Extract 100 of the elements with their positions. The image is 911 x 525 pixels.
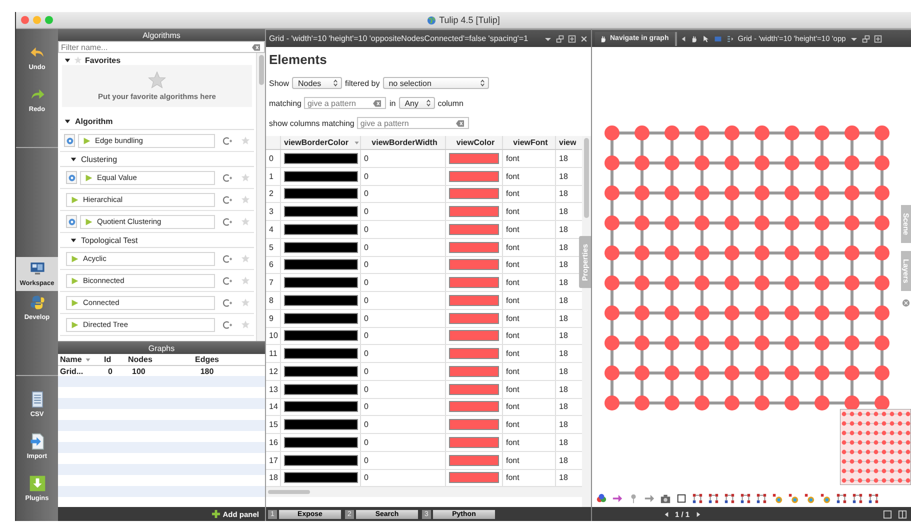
color-swatch[interactable] bbox=[449, 294, 499, 306]
graph-add-icon[interactable] bbox=[223, 136, 233, 144]
color-swatch[interactable] bbox=[449, 401, 499, 412]
color-swatch[interactable] bbox=[284, 454, 358, 466]
scrollbar-thumb[interactable] bbox=[258, 55, 264, 85]
column-header[interactable]: Nodes bbox=[126, 355, 176, 364]
color-swatch[interactable] bbox=[284, 436, 358, 448]
color-swatch[interactable] bbox=[449, 242, 499, 253]
expand-arrow-icon[interactable] bbox=[70, 236, 77, 244]
camera-icon[interactable] bbox=[660, 492, 671, 504]
expand-arrow-icon[interactable] bbox=[64, 118, 71, 124]
close-icon[interactable] bbox=[580, 34, 588, 42]
color-swatch[interactable] bbox=[284, 259, 358, 270]
color-swatch[interactable] bbox=[284, 348, 358, 360]
star-icon[interactable] bbox=[241, 298, 250, 307]
color-swatch[interactable] bbox=[284, 401, 358, 412]
column-header[interactable]: viewBorderColor bbox=[281, 136, 361, 149]
color-swatch[interactable] bbox=[449, 384, 499, 395]
square-icon[interactable] bbox=[676, 492, 687, 504]
color-swatch[interactable] bbox=[284, 152, 358, 164]
node-graph-icon[interactable] bbox=[852, 492, 863, 504]
color-swatch[interactable] bbox=[449, 312, 499, 324]
scrollbar[interactable] bbox=[266, 487, 582, 498]
color-swatch[interactable] bbox=[449, 206, 499, 218]
filter-field[interactable]: Filter name... bbox=[58, 41, 265, 53]
next-page-icon[interactable] bbox=[696, 510, 701, 518]
settings-button[interactable] bbox=[66, 215, 77, 228]
right-arrow-icon[interactable] bbox=[644, 492, 655, 504]
graph-add-icon[interactable] bbox=[223, 298, 233, 306]
color-wheel-icon[interactable] bbox=[772, 492, 783, 504]
close-button[interactable] bbox=[21, 16, 29, 24]
color-swatch[interactable] bbox=[449, 330, 499, 342]
color-swatch[interactable] bbox=[284, 206, 358, 218]
node-graph-icon[interactable] bbox=[692, 492, 703, 504]
scrollbar-thumb[interactable] bbox=[584, 138, 589, 218]
column-header[interactable]: Name bbox=[58, 355, 102, 364]
graph-add-icon[interactable] bbox=[223, 254, 233, 262]
scrollbar-thumb[interactable] bbox=[268, 490, 310, 494]
hand-icon[interactable] bbox=[690, 34, 698, 42]
color-wheel-icon[interactable] bbox=[788, 492, 799, 504]
single-layout-icon[interactable] bbox=[883, 510, 892, 518]
node-graph-icon[interactable] bbox=[740, 492, 751, 504]
previous-page-icon[interactable] bbox=[664, 510, 669, 518]
color-swatch[interactable] bbox=[449, 419, 499, 430]
scrollbar[interactable] bbox=[256, 53, 265, 341]
color-swatch[interactable] bbox=[449, 472, 499, 484]
star-icon[interactable] bbox=[241, 320, 250, 329]
star-icon[interactable] bbox=[241, 276, 250, 285]
pattern-field[interactable]: give a pattern bbox=[304, 97, 386, 109]
clear-icon[interactable] bbox=[252, 44, 260, 50]
color-swatch[interactable] bbox=[284, 294, 358, 306]
filter-dropdown[interactable]: no selection bbox=[382, 77, 489, 89]
star-icon[interactable] bbox=[241, 217, 250, 226]
graph-add-icon[interactable] bbox=[223, 218, 233, 226]
node-graph-icon[interactable] bbox=[708, 492, 719, 504]
split-layout-icon[interactable] bbox=[898, 510, 907, 518]
column-header[interactable]: Id bbox=[102, 355, 126, 364]
graph-add-icon[interactable] bbox=[223, 174, 233, 182]
graph-nodes[interactable] bbox=[604, 126, 890, 410]
color-swatch[interactable] bbox=[449, 454, 499, 466]
settings-button[interactable] bbox=[66, 171, 77, 184]
node-graph-icon[interactable] bbox=[724, 492, 735, 504]
expand-icon[interactable] bbox=[874, 34, 882, 42]
color-swatch[interactable] bbox=[284, 472, 358, 484]
star-icon[interactable] bbox=[241, 136, 250, 145]
graph-add-icon[interactable] bbox=[223, 276, 233, 284]
color-swatch[interactable] bbox=[449, 188, 499, 200]
pattern-field[interactable]: give a pattern bbox=[357, 117, 470, 129]
color-swatch[interactable] bbox=[284, 277, 358, 288]
nodes-dropdown[interactable]: Nodes bbox=[292, 77, 342, 89]
color-swatch[interactable] bbox=[284, 312, 358, 324]
color-swatch[interactable] bbox=[449, 348, 499, 360]
close-icon[interactable] bbox=[902, 299, 910, 308]
color-swatch[interactable] bbox=[449, 277, 499, 288]
expand-arrow-icon[interactable] bbox=[70, 156, 77, 162]
pointer-icon[interactable] bbox=[702, 34, 710, 42]
graph-add-icon[interactable] bbox=[223, 196, 233, 204]
color-swatch[interactable] bbox=[284, 330, 358, 342]
color-swatch[interactable] bbox=[284, 419, 358, 430]
scrollbar[interactable] bbox=[582, 136, 591, 507]
color-swatch[interactable] bbox=[284, 384, 358, 395]
left-arrow-icon[interactable] bbox=[680, 34, 686, 42]
color-swatch[interactable] bbox=[449, 170, 499, 182]
color-swatch[interactable] bbox=[284, 366, 358, 377]
right-arrow-icon[interactable] bbox=[612, 492, 623, 504]
column-header[interactable]: viewBorderWidth bbox=[361, 136, 446, 149]
color-circles-icon[interactable] bbox=[596, 492, 607, 504]
color-wheel-icon[interactable] bbox=[820, 492, 831, 504]
node-graph-icon[interactable] bbox=[756, 492, 767, 504]
graph-row[interactable]: Grid... 0 100 180 bbox=[58, 366, 265, 376]
settings-button[interactable] bbox=[64, 134, 75, 147]
expand-icon[interactable] bbox=[568, 34, 576, 42]
color-swatch[interactable] bbox=[284, 188, 358, 200]
detach-icon[interactable] bbox=[556, 34, 564, 42]
list-icon[interactable] bbox=[726, 34, 734, 42]
graph-add-icon[interactable] bbox=[223, 320, 233, 328]
star-icon[interactable] bbox=[241, 254, 250, 263]
detach-icon[interactable] bbox=[862, 34, 870, 42]
color-swatch[interactable] bbox=[449, 152, 499, 164]
node-graph-icon[interactable] bbox=[868, 492, 879, 504]
